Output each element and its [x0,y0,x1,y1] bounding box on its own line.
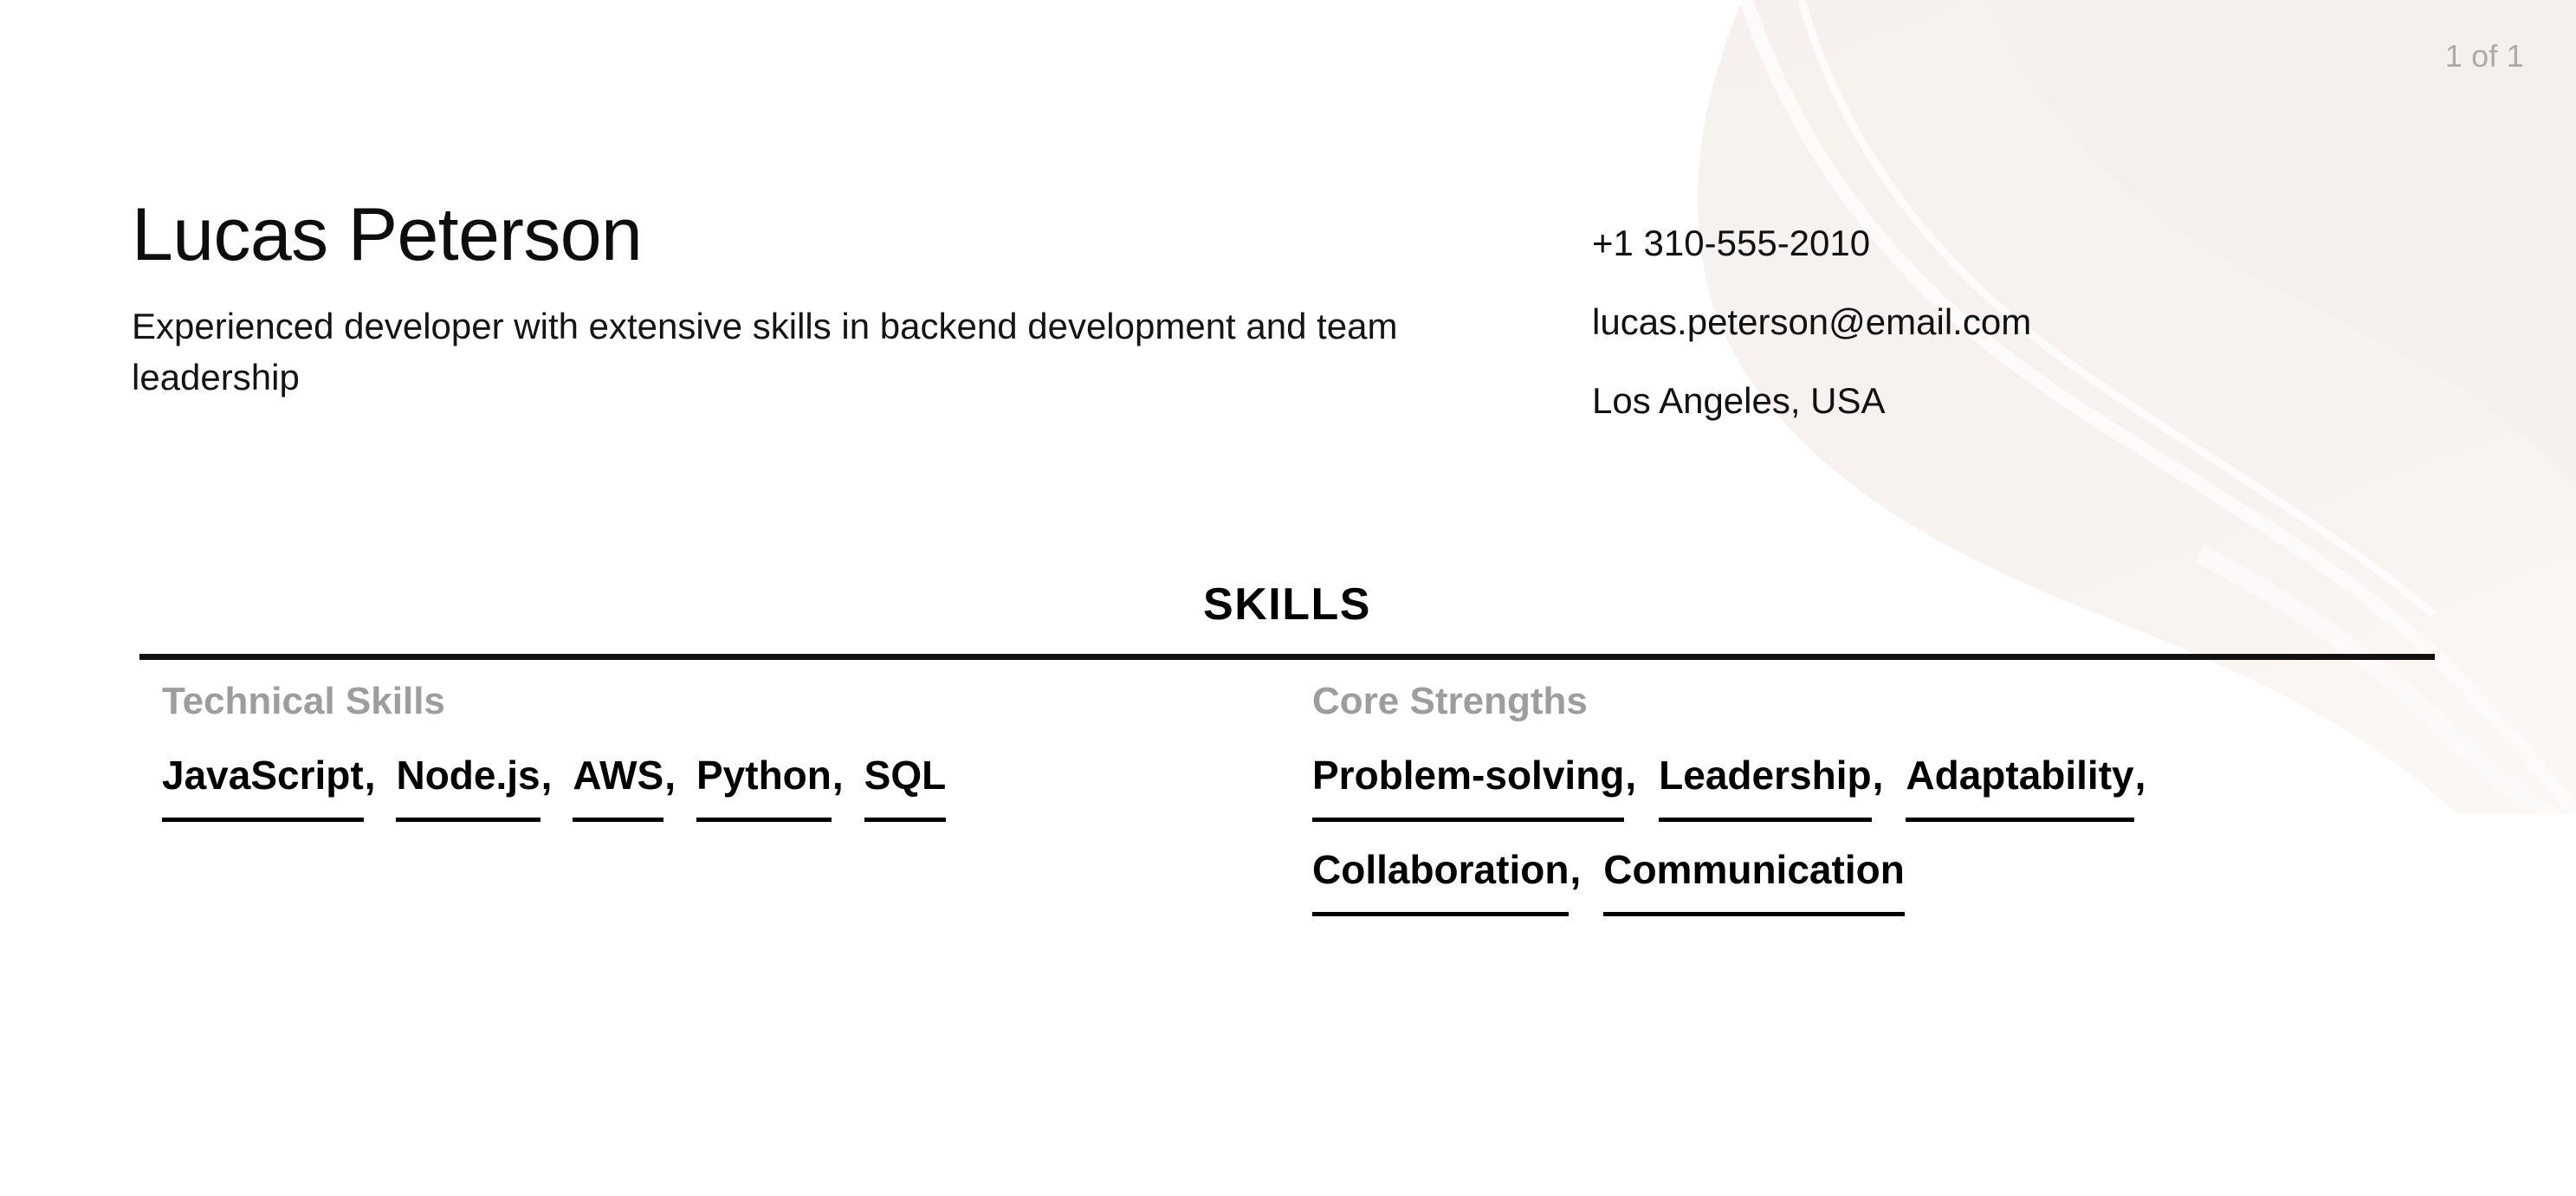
skill-separator: , [832,753,844,798]
skill-group-label-core-strengths: Core Strengths [1312,680,1588,722]
page-title: Lucas Peterson [132,193,643,276]
resume-page: 1 of 1 Lucas Peterson Experienced develo… [0,0,2576,1196]
section-heading-skills: SKILLS [1203,579,1371,630]
skill-item: AWS, [573,755,676,822]
skill-separator: , [1872,753,1884,798]
header-identity-block: Lucas Peterson Experienced developer wit… [0,197,1568,404]
skill-name: Adaptability [1906,755,2134,822]
skill-separator: , [364,753,376,798]
skill-name: AWS [573,755,664,822]
contact-phone[interactable]: +1 310-555-2010 [1592,225,2031,262]
skill-name: SQL [864,755,947,822]
skill-item: Leadership, [1659,755,1883,822]
skill-group-label-technical: Technical Skills [162,680,445,722]
skill-separator: , [1570,847,1582,892]
section-divider-rule [139,654,2435,660]
contact-location: Los Angeles, USA [1592,380,1886,421]
skill-separator: , [664,753,676,798]
skill-name: Leadership [1659,755,1872,822]
skill-item: JavaScript, [162,755,375,822]
skill-group-technical: Technical Skills JavaScript, Node.js, AW… [139,682,1312,850]
skill-name: Node.js [396,755,540,822]
skill-name: JavaScript [162,755,364,822]
resume-header: Lucas Peterson Experienced developer wit… [0,197,2576,419]
skill-item: SQL [864,755,948,822]
skill-item: Node.js, [396,755,552,822]
skill-item: Communication [1603,850,1906,916]
skill-item: Adaptability, [1906,755,2146,822]
page-counter: 1 of 1 [2444,38,2524,74]
skill-item: Python, [696,755,844,822]
skill-list-technical: JavaScript, Node.js, AWS, Python, SQL [162,755,1312,850]
skill-separator: , [540,753,553,798]
skills-groups-container: Technical Skills JavaScript, Node.js, AW… [139,682,2435,944]
skill-name: Python [696,755,832,822]
contact-block: +1 310-555-2010 lucas.peterson@email.com… [1568,197,2031,419]
skill-group-core-strengths: Core Strengths Problem-solving, Leadersh… [1312,682,2430,944]
skill-item: Problem-solving, [1312,755,1636,822]
skill-separator: , [1625,753,1637,798]
contact-email[interactable]: lucas.peterson@email.com [1592,304,2031,340]
skill-item: Collaboration, [1312,850,1581,916]
skill-name: Collaboration [1312,850,1570,916]
skills-section: SKILLS Technical Skills JavaScript, Node… [139,582,2435,944]
skill-list-core-strengths: Problem-solving, Leadership, Adaptabilit… [1312,755,2430,944]
skill-name: Communication [1603,850,1905,916]
skill-separator: , [2134,753,2146,798]
skill-name: Problem-solving [1312,755,1625,822]
professional-summary: Experienced developer with extensive ski… [132,306,1398,398]
